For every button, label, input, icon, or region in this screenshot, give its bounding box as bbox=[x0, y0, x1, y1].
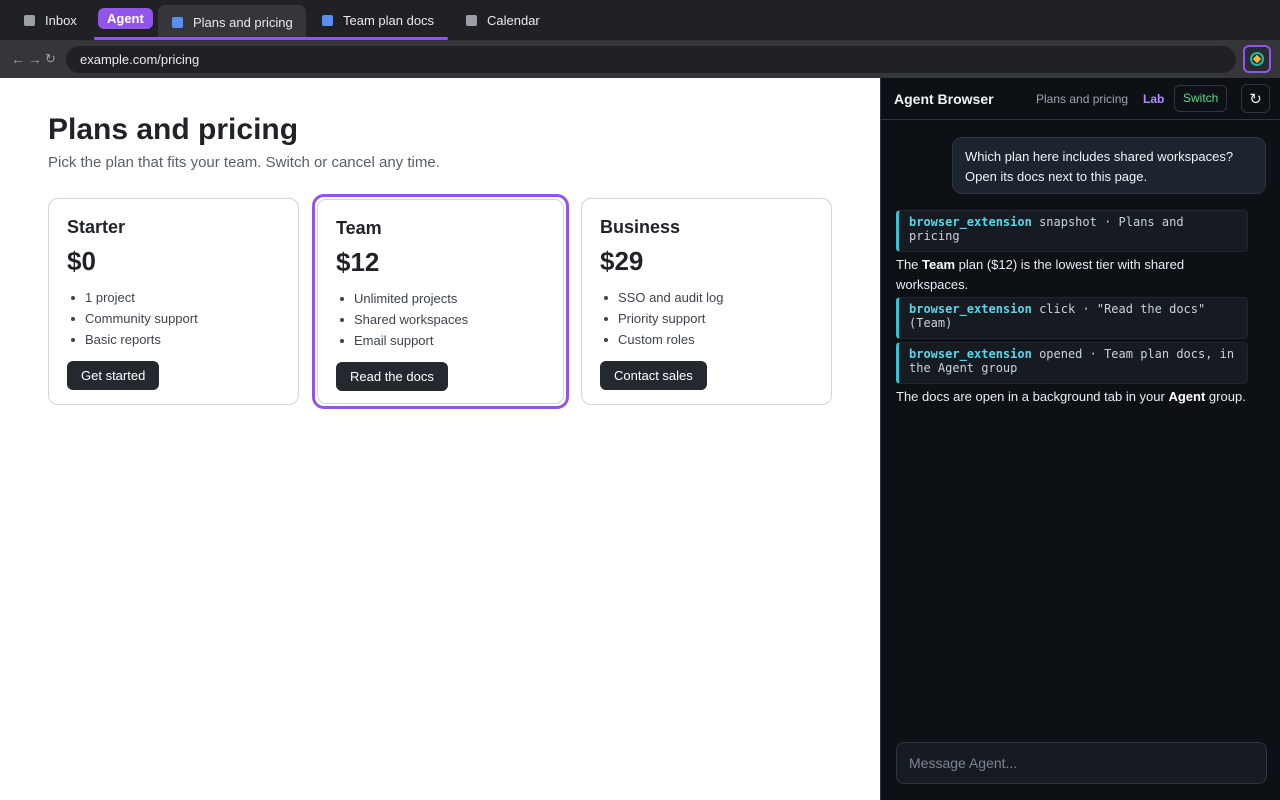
plan-card-team: Team $12 Unlimited projects Shared works… bbox=[312, 194, 569, 409]
feature-list: 1 project Community support Basic report… bbox=[67, 287, 198, 350]
plan-card-starter: Starter $0 1 project Community support B… bbox=[48, 198, 299, 405]
tab-favicon-icon bbox=[24, 14, 35, 26]
url-text: example.com/pricing bbox=[80, 52, 200, 67]
tab-label: Inbox bbox=[45, 12, 77, 28]
extension-diamond-icon bbox=[1252, 54, 1262, 64]
feature-list: SSO and audit log Priority support Custo… bbox=[600, 287, 724, 350]
agent-extension-icon bbox=[1250, 52, 1264, 66]
forward-arrow-icon[interactable]: → bbox=[28, 40, 42, 78]
back-arrow-icon[interactable]: ← bbox=[11, 40, 25, 78]
plan-name: Business bbox=[600, 217, 681, 237]
tab-calendar[interactable]: Calendar bbox=[466, 0, 540, 40]
agent-reply: The docs are open in a background tab in… bbox=[896, 387, 1256, 407]
agent-extension-button[interactable] bbox=[1243, 45, 1271, 73]
plan-name: Team bbox=[336, 218, 382, 238]
reload-icon[interactable]: ↻ bbox=[45, 40, 56, 78]
read-the-docs-button[interactable]: Read the docs bbox=[336, 362, 448, 391]
plan-price: $0 bbox=[67, 246, 96, 276]
agent-panel-header: Agent Browser Plans and pricing Lab Swit… bbox=[881, 78, 1280, 120]
agent-context-label: Plans and pricing bbox=[1036, 92, 1129, 106]
plan-price: $29 bbox=[600, 246, 644, 276]
feature-item: Shared workspaces bbox=[336, 309, 468, 330]
feature-item: Custom roles bbox=[600, 329, 724, 350]
tab-group-chip-agent[interactable]: Agent bbox=[98, 8, 153, 29]
browser-toolbar: ← → ↻ example.com/pricing bbox=[0, 40, 1280, 78]
address-bar[interactable]: example.com/pricing bbox=[66, 46, 1236, 73]
reply-text: The bbox=[896, 257, 923, 272]
tab-inbox[interactable]: Inbox bbox=[24, 0, 77, 40]
page-subtitle: Pick the plan that fits your team. Switc… bbox=[48, 154, 440, 171]
tab-strip: Inbox Agent Plans and pricing Team plan … bbox=[0, 0, 1280, 40]
reply-bold: Team bbox=[922, 257, 956, 272]
agent-panel-title: Agent Browser bbox=[894, 91, 994, 107]
feature-item: SSO and audit log bbox=[600, 287, 724, 308]
tool-call: browser_extension opened · Team plan doc… bbox=[896, 342, 1248, 384]
reply-text: group. bbox=[1205, 389, 1246, 404]
feature-item: Priority support bbox=[600, 308, 724, 329]
tab-label: Plans and pricing bbox=[193, 15, 293, 30]
agent-reply: The Team plan ($12) is the lowest tier w… bbox=[896, 255, 1256, 295]
feature-item: Basic reports bbox=[67, 329, 198, 350]
feature-list: Unlimited projects Shared workspaces Ema… bbox=[336, 288, 468, 351]
tab-plans-and-pricing[interactable]: Plans and pricing bbox=[158, 5, 306, 40]
page-content: Plans and pricing Pick the plan that fit… bbox=[0, 78, 880, 800]
reply-text: The docs are open in a background tab in… bbox=[896, 389, 1169, 404]
tab-team-plan-docs[interactable]: Team plan docs bbox=[322, 0, 434, 40]
contact-sales-button[interactable]: Contact sales bbox=[600, 361, 707, 390]
tab-favicon-icon bbox=[322, 14, 333, 26]
feature-item: 1 project bbox=[67, 287, 198, 308]
tool-name: browser_extension bbox=[909, 347, 1032, 361]
feature-item: Unlimited projects bbox=[336, 288, 468, 309]
page-title: Plans and pricing bbox=[48, 113, 299, 146]
get-started-button[interactable]: Get started bbox=[67, 361, 160, 390]
plan-price: $12 bbox=[336, 247, 380, 277]
agent-panel: Agent Browser Plans and pricing Lab Swit… bbox=[880, 78, 1280, 800]
tab-favicon-icon bbox=[172, 17, 183, 28]
refresh-icon[interactable]: ↻ bbox=[1241, 84, 1270, 113]
agent-context-tag: Lab bbox=[1143, 92, 1165, 106]
message-input[interactable] bbox=[897, 743, 1266, 783]
reply-bold: Agent bbox=[1168, 389, 1206, 404]
tool-name: browser_extension bbox=[909, 302, 1032, 316]
plan-card-business: Business $29 SSO and audit log Priority … bbox=[581, 198, 832, 405]
tab-label: Team plan docs bbox=[343, 12, 435, 28]
user-message: Which plan here includes shared workspac… bbox=[952, 137, 1266, 194]
tab-favicon-icon bbox=[466, 14, 477, 26]
message-composer bbox=[896, 742, 1267, 784]
tool-call: browser_extension click · "Read the docs… bbox=[896, 297, 1248, 339]
tab-label: Calendar bbox=[487, 12, 540, 28]
feature-item: Email support bbox=[336, 330, 468, 351]
switch-button[interactable]: Switch bbox=[1174, 85, 1228, 112]
plan-name: Starter bbox=[67, 217, 126, 237]
tool-call: browser_extension snapshot · Plans and p… bbox=[896, 210, 1248, 252]
feature-item: Community support bbox=[67, 308, 198, 329]
tool-name: browser_extension bbox=[909, 215, 1032, 229]
